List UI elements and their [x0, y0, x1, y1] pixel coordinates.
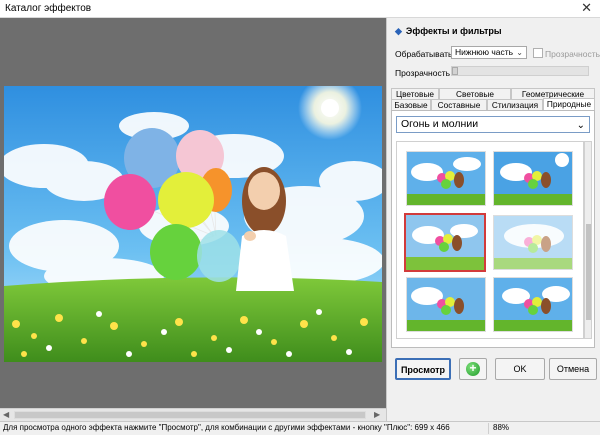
effect-thumbnail-selected[interactable]: [404, 213, 486, 272]
close-icon[interactable]: ✕: [581, 0, 592, 16]
effect-select-value: Огонь и молнии: [401, 118, 479, 130]
process-select-value: Нижнюю часть: [455, 47, 514, 57]
tab-content: Огонь и молнии ⌄: [391, 110, 595, 348]
transparency-checkbox[interactable]: [533, 48, 543, 58]
effects-thumbnail-grid: [396, 141, 584, 339]
window-title: Каталог эффектов: [5, 3, 92, 14]
effect-thumbnail[interactable]: [406, 277, 486, 332]
scroll-left-icon[interactable]: ◀: [3, 410, 9, 419]
effect-select[interactable]: Огонь и молнии ⌄: [396, 116, 590, 133]
thumbnail-scrollbar[interactable]: [584, 141, 592, 339]
chevron-down-icon: ⌄: [516, 48, 523, 57]
status-divider: [488, 423, 489, 434]
cancel-button[interactable]: Отмена: [549, 358, 597, 380]
preview-button[interactable]: Просмотр: [395, 358, 451, 380]
preview-area: [0, 18, 386, 408]
title-bar: Каталог эффектов ✕: [0, 0, 600, 18]
panel-title: ◆ Эффекты и фильтры: [395, 26, 502, 37]
process-select[interactable]: Нижнюю часть ⌄: [451, 46, 527, 59]
transparency-slider-thumb[interactable]: [452, 67, 458, 75]
ok-button[interactable]: OK: [495, 358, 545, 380]
effect-thumbnail[interactable]: [493, 151, 573, 206]
status-bar: Для просмотра одного эффекта нажмите "Пр…: [0, 421, 600, 435]
chevron-down-icon: ⌄: [576, 120, 585, 131]
tab-composite[interactable]: Составные: [431, 99, 487, 110]
tab-color[interactable]: Цветовые: [391, 88, 439, 99]
thumbnail-scrollbar-thumb[interactable]: [586, 224, 591, 320]
effect-thumbnail[interactable]: [406, 151, 486, 206]
preview-image: [4, 86, 382, 362]
tab-basic[interactable]: Базовые: [391, 99, 431, 110]
effect-thumbnail[interactable]: [493, 215, 573, 270]
plus-icon: +: [466, 362, 480, 376]
effect-thumbnail[interactable]: [493, 277, 573, 332]
diamond-icon: ◆: [395, 26, 402, 36]
zoom-level: 88%: [493, 423, 510, 432]
scroll-right-icon[interactable]: ▶: [374, 410, 380, 419]
horizontal-scrollbar[interactable]: ◀ ▶: [0, 408, 386, 421]
transparency-checkbox-label: Прозрачность: [545, 49, 600, 59]
tab-light[interactable]: Световые: [439, 88, 511, 99]
transparency-label: Прозрачность: [395, 68, 451, 78]
tab-stylization[interactable]: Стилизация: [487, 99, 543, 110]
effects-panel: ◆ Эффекты и фильтры Обрабатывать Нижнюю ч…: [386, 18, 600, 421]
process-label: Обрабатывать: [395, 49, 453, 59]
tab-natural[interactable]: Природные: [543, 98, 595, 110]
plus-button[interactable]: +: [459, 358, 487, 380]
panel-title-text: Эффекты и фильтры: [405, 26, 502, 36]
status-message: Для просмотра одного эффекта нажмите "Пр…: [3, 423, 450, 432]
transparency-slider[interactable]: [451, 66, 589, 76]
scrollbar-thumb[interactable]: [14, 411, 366, 419]
